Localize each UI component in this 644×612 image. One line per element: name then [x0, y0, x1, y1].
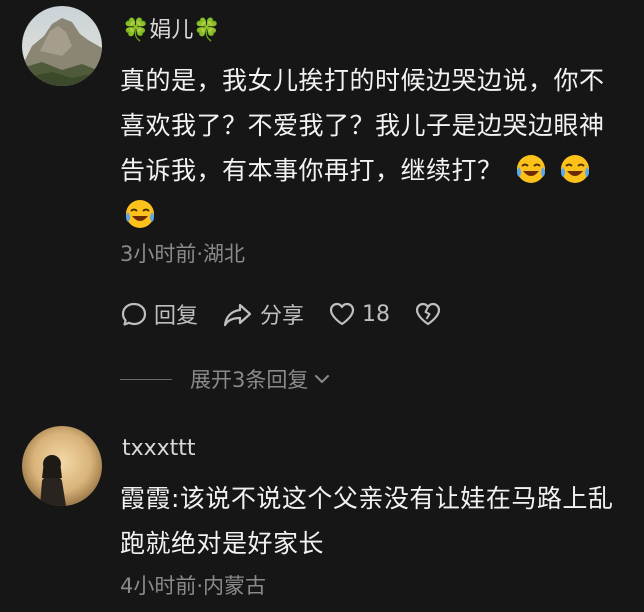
like-button[interactable]: 18 [328, 300, 390, 328]
comment-text: 霞霞:该说不说这个父亲没有让娃在马路上乱跑就绝对是好家长 [120, 476, 620, 566]
avatar[interactable] [22, 426, 102, 506]
comment-actions: 回复 分享 18 [120, 296, 472, 332]
tears-of-joy-emoji-icon [124, 198, 156, 230]
like-count: 18 [362, 301, 391, 327]
divider-line [120, 378, 172, 380]
share-button[interactable]: 分享 [222, 298, 304, 330]
comment-bubble-icon [121, 302, 147, 326]
username[interactable]: txxxttt [122, 436, 196, 461]
share-label: 分享 [260, 304, 305, 329]
comment-text: 真的是，我女儿挨打的时候边哭边说，你不喜欢我了？不爱我了？我儿子是边哭边眼神告诉… [120, 58, 620, 238]
clover-icon: 🍀 [193, 18, 221, 43]
avatar-image-mountain [22, 6, 102, 86]
heart-icon [329, 302, 355, 326]
share-arrow-icon [223, 303, 252, 327]
comment-meta: 3小时前·湖北 [120, 242, 246, 266]
comment-meta: 4小时前·内蒙古 [120, 574, 267, 598]
comment-body: 霞霞:该说不说这个父亲没有让娃在马路上乱跑就绝对是好家长 [120, 484, 614, 558]
tears-of-joy-emoji-icon [515, 153, 547, 185]
comment-item: 🍀娟儿🍀 真的是，我女儿挨打的时候边哭边说，你不喜欢我了？不爱我了？我儿子是边哭… [0, 0, 644, 410]
tears-of-joy-emoji-icon [559, 153, 591, 185]
username-text: 娟儿 [149, 18, 194, 43]
expand-replies-label: 展开3条回复 [190, 368, 309, 392]
username[interactable]: 🍀娟儿🍀 [122, 12, 221, 44]
clover-icon: 🍀 [122, 18, 150, 43]
expand-replies-button[interactable]: 展开3条回复 [120, 364, 332, 394]
avatar[interactable] [22, 6, 102, 86]
comment-item: txxxttt 霞霞:该说不说这个父亲没有让娃在马路上乱跑就绝对是好家长 4小时… [0, 410, 644, 612]
reply-label: 回复 [154, 304, 199, 329]
reply-button[interactable]: 回复 [120, 298, 198, 330]
avatar-image-person [22, 426, 102, 506]
broken-heart-icon [415, 302, 441, 326]
chevron-down-icon [315, 375, 330, 383]
dislike-button[interactable] [414, 300, 448, 328]
